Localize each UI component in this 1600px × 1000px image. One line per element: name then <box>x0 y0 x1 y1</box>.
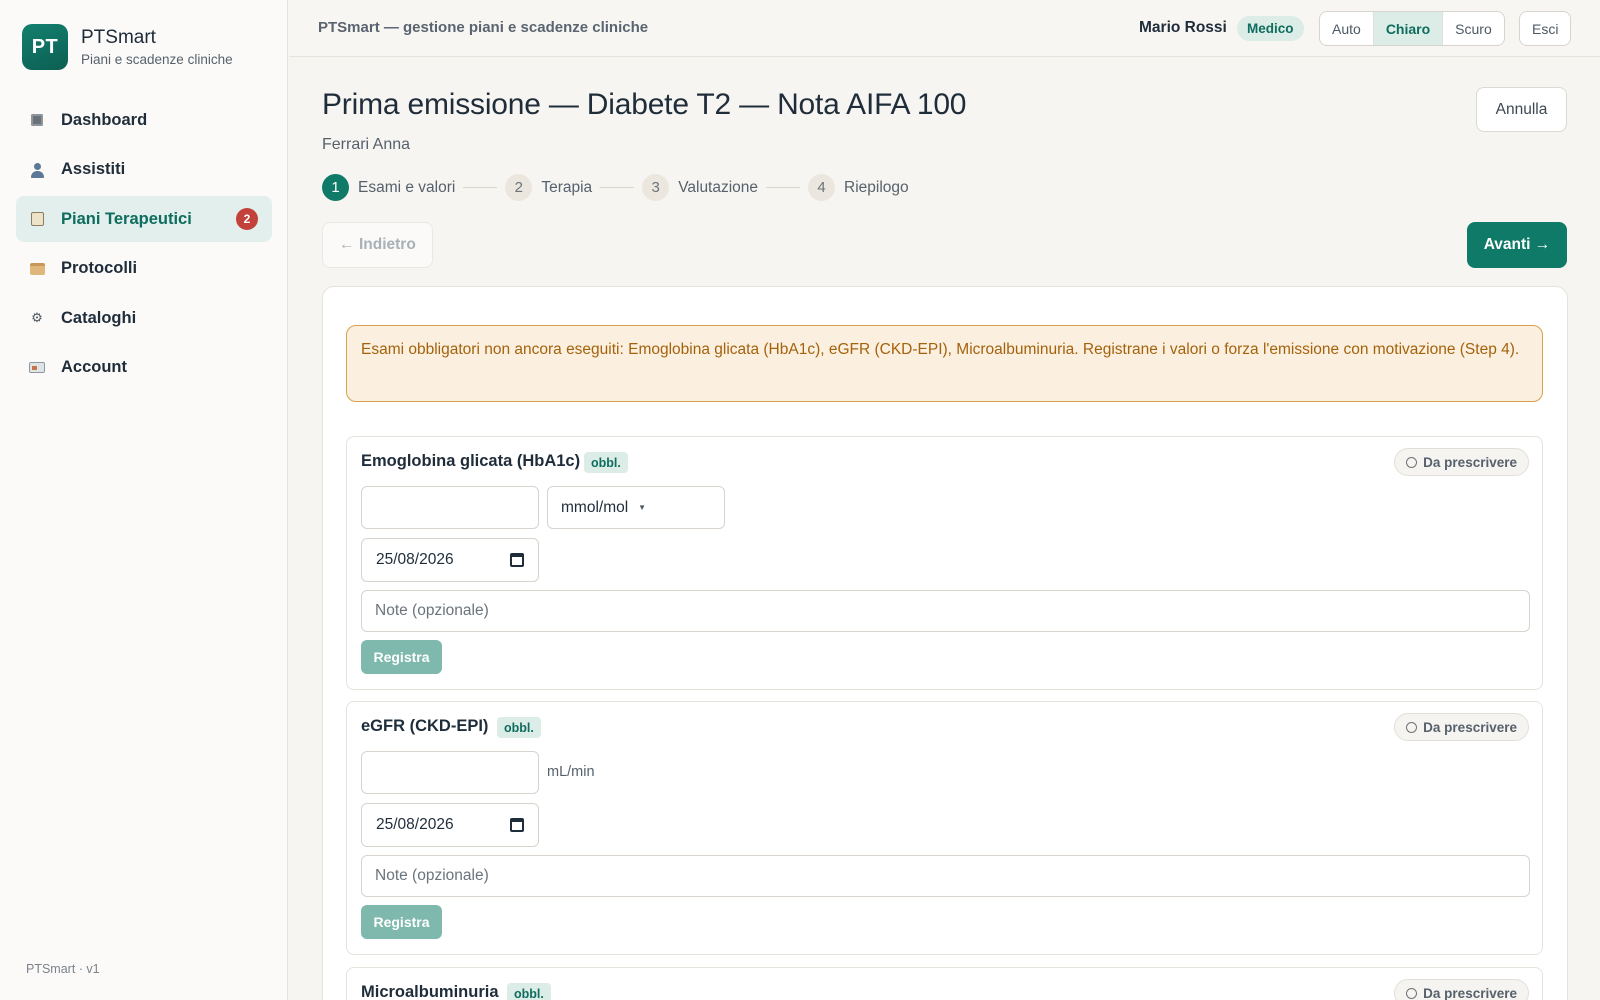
sidebar-item-label: Account <box>61 358 127 376</box>
sidebar: PT PTSmart Piani e scadenze cliniche Das… <box>0 0 288 1000</box>
sidebar-item-protocolli[interactable]: Protocolli <box>16 246 272 292</box>
role-badge: Medico <box>1237 16 1304 41</box>
step-connector <box>463 187 498 188</box>
status-label: Da prescrivere <box>1423 985 1517 1000</box>
exam-title: Emoglobina glicata (HbA1c) <box>361 452 581 470</box>
brand[interactable]: PT PTSmart Piani e scadenze cliniche <box>22 24 233 70</box>
exam-microalbuminuria: Microalbuminuria obbl. Da prescrivere <box>346 967 1543 1000</box>
app-logo: PT <box>22 24 68 70</box>
notification-badge: 2 <box>236 208 258 230</box>
box-icon <box>28 260 46 278</box>
status-badge: Da prescrivere <box>1394 713 1529 741</box>
step-label: Riepilogo <box>844 178 909 196</box>
note-input[interactable]: Note (opzionale) <box>361 590 1530 632</box>
unit-select-value: mmol/mol <box>561 498 629 516</box>
page-title: Prima emissione — Diabete T2 — Nota AIFA… <box>322 88 967 121</box>
step-esami[interactable]: 1 Esami e valori <box>322 174 455 201</box>
circle-icon <box>1406 456 1418 468</box>
register-button[interactable]: Registra <box>361 905 442 939</box>
warning-alert: Esami obbligatori non ancora eseguiti: E… <box>346 325 1543 402</box>
step-number: 4 <box>808 174 836 201</box>
unit-label: mL/min <box>547 764 595 780</box>
sidebar-item-label: Protocolli <box>61 259 138 277</box>
sidebar-item-label: Assistiti <box>61 160 126 178</box>
patient-name: Ferrari Anna <box>322 136 411 153</box>
sidebar-nav: Dashboard Assistiti Piani Terapeutici 2 … <box>16 97 272 394</box>
circle-icon <box>1406 721 1418 733</box>
status-badge: Da prescrivere <box>1394 979 1529 1000</box>
brand-text: PTSmart Piani e scadenze cliniche <box>81 26 233 69</box>
id-card-icon <box>28 359 46 377</box>
step-number: 3 <box>642 174 670 201</box>
value-input[interactable] <box>361 751 539 794</box>
sidebar-item-label: Cataloghi <box>61 308 137 327</box>
document-icon <box>28 210 46 228</box>
exam-title: Microalbuminuria <box>361 983 499 1000</box>
sidebar-item-account[interactable]: Account <box>16 345 272 391</box>
brand-subtitle: Piani e scadenze cliniche <box>81 51 233 67</box>
step-number: 2 <box>505 174 533 201</box>
topbar: PTSmart — gestione piani e scadenze clin… <box>289 0 1600 57</box>
sidebar-item-dashboard[interactable]: Dashboard <box>16 97 272 143</box>
exam-title: eGFR (CKD-EPI) <box>361 717 489 735</box>
logout-button[interactable]: Esci <box>1519 11 1572 46</box>
date-value: 25/08/2026 <box>376 551 454 568</box>
step-terapia[interactable]: 2 Terapia <box>505 174 592 201</box>
step-valutazione[interactable]: 3 Valutazione <box>642 174 758 201</box>
status-badge: Da prescrivere <box>1394 448 1529 476</box>
status-label: Da prescrivere <box>1423 719 1517 735</box>
next-button[interactable]: Avanti → <box>1467 222 1567 268</box>
gear-icon: ⚙ <box>31 310 43 325</box>
back-button[interactable]: ← Indietro <box>322 222 433 268</box>
step-number: 1 <box>322 174 349 201</box>
step-label: Esami e valori <box>358 178 456 196</box>
register-button[interactable]: Registra <box>361 640 442 674</box>
step-connector <box>766 187 801 188</box>
caret-down-icon: ▼ <box>638 503 647 512</box>
date-value: 25/08/2026 <box>376 816 454 833</box>
sidebar-item-label: Piani Terapeutici <box>61 209 192 228</box>
cancel-button[interactable]: Annulla <box>1476 87 1567 132</box>
theme-light-button[interactable]: Chiaro <box>1373 12 1444 45</box>
sidebar-item-cataloghi[interactable]: ⚙ Cataloghi <box>16 295 272 341</box>
theme-switcher: Auto Chiaro Scuro <box>1319 11 1505 46</box>
sidebar-item-piani-terapeutici[interactable]: Piani Terapeutici 2 <box>16 196 272 242</box>
circle-icon <box>1406 987 1418 999</box>
required-badge: obbl. <box>497 717 541 738</box>
sidebar-item-assistiti[interactable]: Assistiti <box>16 147 272 193</box>
required-badge: obbl. <box>507 983 551 1000</box>
theme-dark-button[interactable]: Scuro <box>1443 12 1504 45</box>
date-input[interactable]: 25/08/2026 <box>361 538 539 582</box>
note-input[interactable]: Note (opzionale) <box>361 855 1530 897</box>
user-icon <box>28 161 46 179</box>
sidebar-item-label: Dashboard <box>61 110 148 129</box>
calendar-icon[interactable] <box>510 553 524 567</box>
step-label: Valutazione <box>678 178 759 196</box>
dashboard-icon <box>28 111 46 129</box>
date-input[interactable]: 25/08/2026 <box>361 803 539 847</box>
brand-name: PTSmart <box>81 26 156 48</box>
theme-auto-button[interactable]: Auto <box>1320 12 1374 45</box>
user-name: Mario Rossi <box>1139 19 1227 36</box>
step-connector <box>600 187 635 188</box>
topbar-title: PTSmart — gestione piani e scadenze clin… <box>318 19 649 36</box>
value-input[interactable] <box>361 486 539 529</box>
wizard-stepper: 1 Esami e valori 2 Terapia 3 Valutazione… <box>322 174 909 201</box>
unit-select[interactable]: mmol/mol ▼ <box>547 486 725 529</box>
app-version: PTSmart · v1 <box>26 962 100 976</box>
step-riepilogo[interactable]: 4 Riepilogo <box>808 174 909 201</box>
exam-hba1c: Emoglobina glicata (HbA1c) obbl. Da pres… <box>346 436 1543 690</box>
required-badge: obbl. <box>584 452 628 473</box>
exams-card: Esami obbligatori non ancora eseguiti: E… <box>322 286 1568 1000</box>
calendar-icon[interactable] <box>510 818 524 832</box>
exam-egfr: eGFR (CKD-EPI) obbl. Da prescrivere mL/m… <box>346 701 1543 955</box>
status-label: Da prescrivere <box>1423 454 1517 470</box>
step-label: Terapia <box>541 178 593 196</box>
